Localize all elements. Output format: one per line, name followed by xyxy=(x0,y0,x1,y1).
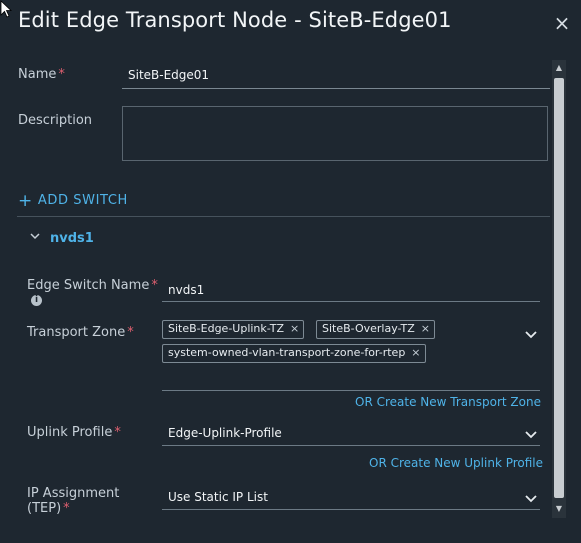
close-icon[interactable]: × xyxy=(551,12,573,34)
remove-chip-icon[interactable]: × xyxy=(411,346,420,359)
info-icon[interactable]: i xyxy=(31,295,42,306)
uplink-profile-select[interactable]: Edge-Uplink-Profile xyxy=(168,426,282,440)
uplink-profile-label: Uplink Profile * xyxy=(27,425,121,440)
transport-zone-chip: SiteB-Overlay-TZ × xyxy=(316,320,435,339)
name-input-underline xyxy=(122,88,550,89)
name-label: Name * xyxy=(18,67,65,82)
dialog-body: Name * SiteB-Edge01 Description + ADD SWIT… xyxy=(0,58,550,520)
ip-assignment-label: IP Assignment (TEP) * xyxy=(27,486,120,516)
remove-chip-icon[interactable]: × xyxy=(421,322,430,335)
add-switch-button[interactable]: + ADD SWITCH xyxy=(18,191,128,211)
ip-assignment-select[interactable]: Use Static IP List xyxy=(168,490,268,504)
transport-zone-label: Transport Zone * xyxy=(27,325,134,340)
edge-switch-name-label: Edge Switch Name * xyxy=(27,278,158,293)
edge-switch-name-underline xyxy=(162,301,540,302)
create-uplink-profile-link[interactable]: OR Create New Uplink Profile xyxy=(369,456,543,470)
transport-zone-chip: SiteB-Edge-Uplink-TZ × xyxy=(162,320,305,339)
create-transport-zone-link[interactable]: OR Create New Transport Zone xyxy=(355,395,541,409)
switch-section-title: nvds1 xyxy=(50,231,94,246)
ip-assignment-underline xyxy=(162,509,540,510)
scroll-up-icon[interactable]: ▲ xyxy=(552,61,566,75)
name-input[interactable]: SiteB-Edge01 xyxy=(128,68,209,82)
scrollbar-thumb[interactable] xyxy=(554,78,564,498)
edit-edge-transport-node-dialog: Edit Edge Transport Node - SiteB-Edge01 … xyxy=(0,0,581,543)
transport-zone-dropdown-chevron-icon[interactable] xyxy=(523,326,539,342)
add-switch-label: ADD SWITCH xyxy=(37,193,128,208)
dialog-title: Edit Edge Transport Node - SiteB-Edge01 xyxy=(18,8,452,32)
description-label: Description xyxy=(18,113,93,128)
chevron-down-icon xyxy=(30,233,40,240)
section-divider xyxy=(17,216,550,217)
transport-zone-chip: system-owned-vlan-transport-zone-for-rte… xyxy=(162,344,426,363)
remove-chip-icon[interactable]: × xyxy=(290,322,299,335)
uplink-profile-dropdown-chevron-icon[interactable] xyxy=(523,426,539,442)
transport-zone-underline xyxy=(162,390,540,391)
plus-icon: + xyxy=(18,191,33,211)
ip-assignment-dropdown-chevron-icon[interactable] xyxy=(523,490,539,506)
edge-switch-name-input[interactable]: nvds1 xyxy=(168,283,204,297)
description-textarea[interactable] xyxy=(122,106,548,161)
mouse-cursor-icon xyxy=(0,0,12,18)
scroll-down-icon[interactable]: ▼ xyxy=(552,502,566,516)
uplink-profile-underline xyxy=(162,445,540,446)
switch-section-toggle[interactable]: nvds1 xyxy=(30,231,94,246)
